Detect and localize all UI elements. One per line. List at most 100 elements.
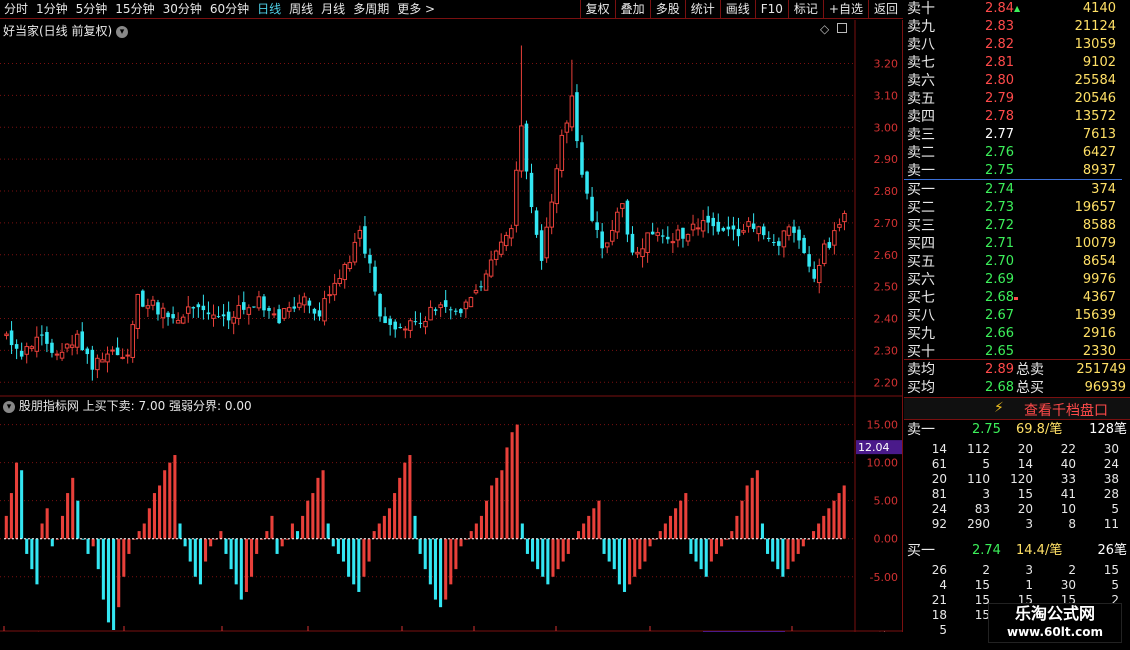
candle-body (832, 230, 837, 246)
order-book-volume[interactable]: 15639 (1046, 307, 1116, 325)
candle-body (645, 232, 650, 253)
order-book-volume[interactable]: 8654 (1046, 253, 1116, 271)
period-tab-5[interactable]: 60分钟 (206, 0, 253, 19)
indicator-bar (321, 470, 325, 539)
order-book-volume[interactable]: 9102 (1046, 54, 1116, 72)
order-book-volume[interactable]: 4140 (1046, 0, 1116, 18)
dropdown-icon[interactable]: ▾ (3, 400, 15, 413)
candle-body (337, 278, 342, 284)
menu-button-3[interactable]: 统计 (684, 0, 720, 19)
period-tab-3[interactable]: 15分钟 (111, 0, 158, 19)
chart-settings-icons[interactable]: ◇ (820, 22, 848, 36)
indicator-bar (336, 538, 340, 554)
period-tab-8[interactable]: 月线 (317, 0, 349, 19)
indicator-bar (219, 531, 223, 539)
candle-body (125, 354, 130, 357)
price-tick-label: 3.20 (874, 58, 899, 71)
indicator-bar (193, 538, 197, 577)
period-tab-7[interactable]: 周线 (285, 0, 317, 19)
order-book-volume[interactable]: 4367 (1046, 289, 1116, 307)
indicator-bar (178, 523, 182, 539)
order-book-row: 买三 2.72 8588 (904, 217, 1122, 235)
menu-button-5[interactable]: F10 (754, 0, 788, 19)
menu-button-1[interactable]: 叠加 (614, 0, 650, 19)
order-book-price: 2.66 (985, 326, 1014, 341)
candle-body (24, 346, 29, 355)
order-book-row: 卖五 2.79 20546 (904, 90, 1122, 108)
xaxis-label: 7 (127, 631, 134, 632)
order-book-volume[interactable]: 8937 (1046, 162, 1116, 180)
order-book-volume[interactable]: 13572 (1046, 108, 1116, 126)
indicator-bar (433, 538, 437, 600)
menu-button-0[interactable]: 复权 (579, 0, 615, 19)
menu-button-8[interactable]: 返回 (867, 0, 903, 19)
indicator-bar (796, 538, 800, 554)
order-book-volume[interactable]: 25584 (1046, 72, 1116, 90)
indicator-bar (209, 538, 213, 547)
order-book-volume[interactable]: 374 (1046, 181, 1116, 199)
candle-body (120, 356, 125, 359)
indicator-bar (352, 538, 356, 585)
diamond-icon[interactable]: ◇ (820, 22, 829, 36)
period-tab-10[interactable]: 更多 > (393, 0, 439, 19)
period-tab-0[interactable]: 分时 (0, 0, 32, 19)
order-book-volume[interactable]: 20546 (1046, 90, 1116, 108)
indicator-tick-label: -5.00 (870, 571, 898, 584)
candle-body (650, 231, 655, 235)
kline-chart-svg[interactable]: 3.20 3.10 3.00 2.90 2.80 2.70 2.60 2.50 2.40 2.30… (0, 20, 903, 645)
candle-body (534, 210, 539, 235)
indicator-bar (76, 500, 80, 539)
price-tick-label: 2.30 (874, 344, 899, 357)
indicator-bar (505, 447, 509, 539)
candle-body (236, 304, 241, 319)
order-book-volume[interactable]: 6427 (1046, 144, 1116, 162)
indicator-bar (735, 515, 739, 539)
order-book-volume[interactable]: 8588 (1046, 217, 1116, 235)
indicator-bar (592, 508, 596, 539)
order-book-volume[interactable]: 7613 (1046, 126, 1116, 144)
view-depth-label: 查看千档盘口 (1024, 403, 1108, 419)
order-book-row: 卖七 2.81 9102 (904, 54, 1122, 72)
view-depth-button[interactable]: ⚡ 查看千档盘口 (904, 398, 1130, 420)
dropdown-icon[interactable]: ▾ (116, 25, 129, 38)
candle-body (615, 211, 620, 233)
indicator-bar (531, 538, 535, 562)
order-book-volume[interactable]: 13059 (1046, 36, 1116, 54)
queue-cell: 14 (931, 442, 947, 456)
order-book-volume[interactable]: 9976 (1046, 271, 1116, 289)
period-tab-2[interactable]: 5分钟 (72, 0, 112, 19)
period-tab-6[interactable]: 日线 (253, 0, 285, 19)
window-icon[interactable] (837, 23, 848, 33)
period-tab-4[interactable]: 30分钟 (159, 0, 206, 19)
period-tab-9[interactable]: 多周期 (349, 0, 393, 19)
order-book-volume[interactable]: 21124 (1046, 18, 1116, 36)
order-book-volume[interactable]: 19657 (1046, 199, 1116, 217)
queue-cell: 24 (931, 502, 947, 516)
main-chart-title[interactable]: 好当家(日线 前复权) ▾ (3, 22, 129, 39)
chart-area[interactable]: 3.20 3.10 3.00 2.90 2.80 2.70 2.60 2.50 2.40 2.30… (0, 20, 903, 645)
indicator-title-text: 股朋指标网 上买下卖: 7.00 强弱分界: 0.00 (18, 399, 252, 413)
queue-cell: 15 (1103, 563, 1119, 577)
candle-body (256, 296, 262, 309)
indicator-title[interactable]: ▾ 股朋指标网 上买下卖: 7.00 强弱分界: 0.00 (3, 397, 252, 414)
menu-button-7[interactable]: +自选 (822, 0, 868, 19)
price-tick-label: 2.80 (874, 185, 899, 198)
order-book-volume[interactable]: 2916 (1046, 325, 1116, 343)
candle-body (666, 236, 670, 240)
order-book-price: 2.78 (985, 109, 1014, 124)
menu-button-4[interactable]: 画线 (719, 0, 755, 19)
order-book-volume[interactable]: 10079 (1046, 235, 1116, 253)
candle-body (40, 334, 44, 336)
indicator-bar (520, 523, 524, 539)
candle-body (9, 330, 14, 346)
indicator-bar (525, 538, 529, 554)
menu-button-6[interactable]: 标记 (787, 0, 823, 19)
menu-button-2[interactable]: 多股 (649, 0, 685, 19)
watermark-url: www.60lt.com (1006, 625, 1104, 639)
indicator-bar (275, 538, 279, 554)
candle-body (625, 200, 630, 235)
period-tab-1[interactable]: 1分钟 (32, 0, 72, 19)
candle-body (716, 221, 721, 232)
candle-body (74, 333, 80, 348)
xaxis-label: 1 (653, 631, 660, 632)
